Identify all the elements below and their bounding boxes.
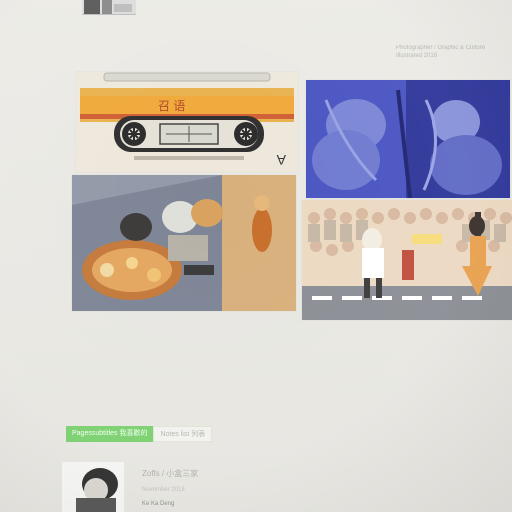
- group-above-table-illustration[interactable]: [72, 175, 296, 311]
- author-card-date: November 2018: [142, 487, 185, 493]
- cassette-tape-illustration[interactable]: 召 语 A: [76, 72, 298, 172]
- avatar-image: [62, 462, 124, 512]
- content-tabs: Pagessubtitles 我喜歡的 Notes list 列表: [66, 426, 213, 442]
- tab-pagessubtitles[interactable]: Pagessubtitles 我喜歡的: [66, 426, 154, 442]
- sidebar-meta: Photographer / Graphic & Culture Illustr…: [396, 44, 496, 60]
- thumbnail-image: [82, 0, 136, 14]
- avatar[interactable]: [62, 462, 124, 512]
- author-card-name[interactable]: Ke Ka Deng: [142, 501, 174, 507]
- cassette-caption: 召 语: [158, 99, 185, 113]
- crowd-illustration-graphic: [302, 200, 512, 320]
- author-card-title[interactable]: Zoffs / 小盒三家: [142, 468, 198, 479]
- tab-notes-list[interactable]: Notes list 列表: [153, 426, 213, 442]
- group-illustration-graphic: [72, 175, 296, 311]
- crowd-dance-illustration[interactable]: [302, 200, 512, 320]
- sidebar-meta-line1: Photographer / Graphic & Culture: [396, 45, 486, 51]
- previous-post-thumbnail[interactable]: [82, 0, 136, 15]
- author-card[interactable]: Zoffs / 小盒三家 November 2018 Ke Ka Deng: [62, 462, 482, 512]
- cassette-illustration-graphic: 召 语 A: [76, 72, 298, 172]
- blue-couple-illustration[interactable]: [306, 80, 510, 198]
- sidebar-meta-line2: Illustrated 2018: [396, 53, 438, 59]
- blue-illustration-graphic: [306, 80, 510, 198]
- svg-text:A: A: [276, 152, 286, 168]
- article-page: Photographer / Graphic & Culture Illustr…: [0, 0, 512, 512]
